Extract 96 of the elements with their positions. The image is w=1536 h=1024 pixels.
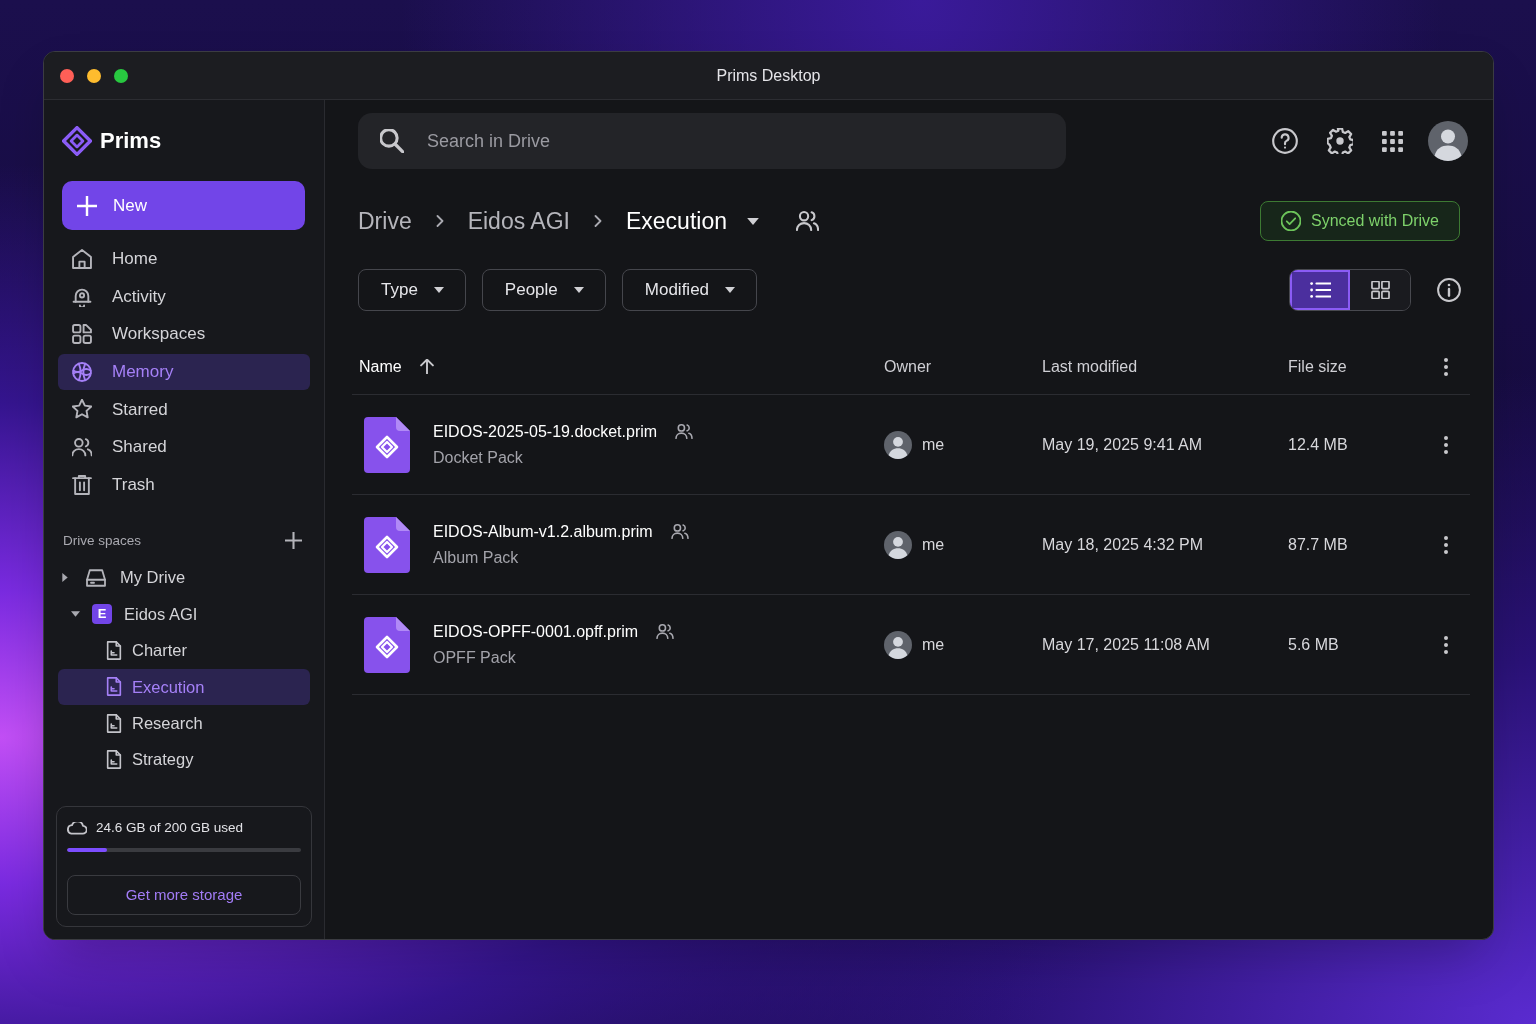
space-badge: E <box>92 604 112 625</box>
file-icon <box>364 416 410 473</box>
file-size: 87.7 MB <box>1288 534 1348 555</box>
caret-down-icon[interactable] <box>746 217 759 225</box>
file-icon <box>364 616 410 673</box>
tree-item[interactable]: My Drive <box>58 559 310 596</box>
list-view-button[interactable] <box>1290 270 1350 310</box>
avatar-icon <box>884 530 912 559</box>
tree-item[interactable]: Strategy <box>58 741 310 778</box>
more-vertical-icon[interactable] <box>1444 357 1448 376</box>
file-type: Docket Pack <box>433 447 524 468</box>
home-icon <box>72 249 92 269</box>
document-icon <box>106 713 122 733</box>
column-header[interactable]: Owner <box>884 354 932 379</box>
nav-item[interactable]: Shared <box>58 428 310 465</box>
more-vertical-icon[interactable] <box>1444 635 1448 654</box>
grid-icon <box>1369 281 1391 299</box>
file-size: 5.6 MB <box>1288 634 1339 655</box>
column-header[interactable]: Name <box>359 354 402 379</box>
file-name[interactable]: EIDOS-Album-v1.2.album.prim <box>433 521 653 542</box>
nav-item[interactable]: Trash <box>58 466 310 503</box>
document-icon <box>106 677 122 697</box>
avatar-icon <box>884 430 912 459</box>
modified-date: May 17, 2025 11:08 AM <box>1042 634 1210 655</box>
close-button[interactable] <box>60 68 74 83</box>
filter-dropdown[interactable]: Type <box>358 269 466 311</box>
maximize-button[interactable] <box>114 68 128 83</box>
tree-item[interactable]: Research <box>58 705 310 742</box>
modified-date: May 19, 2025 9:41 AM <box>1042 434 1203 455</box>
nav-item[interactable]: Memory <box>58 353 310 390</box>
search-icon <box>380 129 404 153</box>
drive-icon <box>86 568 106 587</box>
document-icon <box>106 750 122 770</box>
breadcrumb-item[interactable]: Eidos AGI <box>467 203 570 239</box>
file-type: Album Pack <box>433 547 520 568</box>
avatar-icon[interactable] <box>1428 121 1468 161</box>
file-size: 12.4 MB <box>1288 434 1348 455</box>
more-vertical-icon[interactable] <box>1444 435 1448 454</box>
grid-view-button[interactable] <box>1350 270 1410 310</box>
globe-icon <box>72 361 92 382</box>
search-field[interactable]: Search in Drive <box>358 113 1066 169</box>
column-header[interactable]: File size <box>1288 354 1347 379</box>
list-icon <box>1309 281 1331 299</box>
owner-name: me <box>922 634 945 655</box>
window-title: Prims Desktop <box>716 65 821 86</box>
filter-dropdown[interactable]: People <box>481 269 606 311</box>
caret-down-icon <box>433 287 444 293</box>
owner-name: me <box>922 534 945 555</box>
arrow-up-icon[interactable] <box>419 359 434 374</box>
file-name[interactable]: EIDOS-2025-05-19.docket.prim <box>433 421 658 442</box>
caret-right-icon[interactable] <box>61 573 68 583</box>
minimize-button[interactable] <box>87 68 101 83</box>
tree-item[interactable]: Execution <box>58 669 310 705</box>
tree-item[interactable]: E Eidos AGI <box>58 596 310 633</box>
section-heading: Drive spaces <box>63 531 142 550</box>
modified-date: May 18, 2025 4:32 PM <box>1042 534 1203 555</box>
settings-icon[interactable] <box>1327 128 1353 154</box>
filter-dropdown[interactable]: Modified <box>621 269 758 311</box>
caret-down-icon <box>725 287 736 293</box>
owner-name: me <box>922 434 945 455</box>
tree-item[interactable]: Charter <box>58 632 310 669</box>
new-button[interactable]: New <box>62 181 305 230</box>
nav-item[interactable]: Activity <box>58 278 310 315</box>
plus-icon[interactable] <box>285 532 302 550</box>
more-vertical-icon[interactable] <box>1444 535 1448 554</box>
info-icon[interactable] <box>1437 278 1461 302</box>
nav-item[interactable]: Home <box>58 241 310 277</box>
file-type: OPFF Pack <box>433 647 517 668</box>
star-icon <box>72 399 92 420</box>
plus-icon <box>77 195 97 216</box>
help-icon[interactable] <box>1272 128 1298 154</box>
storage-usage-text: 24.6 GB of 200 GB used <box>96 818 244 837</box>
bell-icon <box>72 286 92 307</box>
people-icon <box>72 436 92 457</box>
sync-status-text: Synced with Drive <box>1310 211 1439 231</box>
caret-down-icon <box>573 287 584 293</box>
people-icon[interactable] <box>795 211 819 231</box>
trash-icon <box>72 474 92 495</box>
caret-down-icon[interactable] <box>71 611 80 618</box>
app-name: Prims <box>100 130 162 152</box>
breadcrumb-item[interactable]: Drive <box>358 203 412 239</box>
document-icon <box>106 641 122 661</box>
app-logo-icon <box>62 126 92 156</box>
avatar-icon <box>884 630 912 659</box>
apps-grid-icon[interactable] <box>1382 130 1403 152</box>
file-name[interactable]: EIDOS-OPFF-0001.opff.prim <box>433 621 639 642</box>
four-squares-icon <box>72 324 92 345</box>
breadcrumb-item[interactable]: Execution <box>625 203 727 239</box>
cloud-icon <box>67 821 87 835</box>
get-storage-button[interactable]: Get more storage <box>67 875 301 915</box>
chevron-right-icon <box>435 215 444 227</box>
file-icon <box>364 516 410 573</box>
nav-item[interactable]: Workspaces <box>58 316 310 353</box>
chevron-right-icon <box>593 215 602 227</box>
column-header[interactable]: Last modified <box>1042 354 1138 379</box>
nav-item[interactable]: Starred <box>58 391 310 428</box>
